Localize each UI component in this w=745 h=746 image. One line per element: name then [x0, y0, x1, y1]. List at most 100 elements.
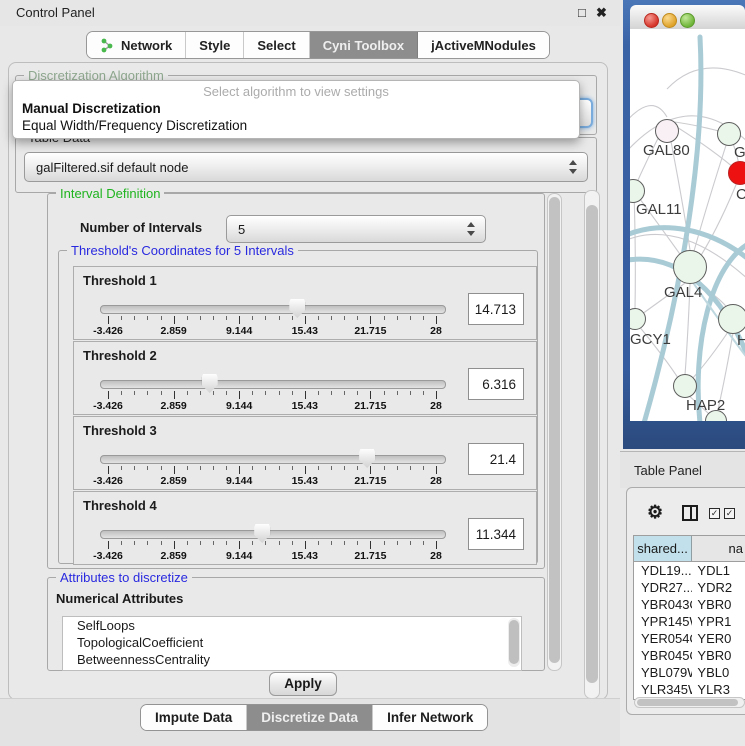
numerical-attributes-list[interactable]: SelfLoopsTopologicalCoefficientBetweenne… — [62, 616, 522, 671]
list-scrollbar[interactable] — [508, 618, 520, 667]
threshold-3-slider[interactable]: -3.4262.8599.14415.4321.71528 — [100, 451, 444, 487]
tick-label: 9.144 — [226, 325, 252, 337]
node-right-top[interactable] — [717, 122, 741, 146]
attribute-item[interactable]: TopologicalCoefficient — [63, 634, 521, 651]
cell-shared-name[interactable]: YBR043C — [634, 596, 692, 613]
node-table[interactable]: shared... na YDL19...YDL1YDR27...YDR2YBR… — [633, 535, 745, 700]
node-hap2[interactable] — [673, 374, 697, 398]
tab-label: Impute Data — [155, 710, 232, 725]
node-label: GAL4 — [664, 284, 702, 301]
node-gal80[interactable] — [655, 119, 679, 143]
tab-impute-data[interactable]: Impute Data — [141, 705, 247, 730]
threshold-value-field[interactable]: 6.316 — [468, 368, 524, 400]
table-row[interactable]: YBR043CYBR0 — [634, 596, 745, 613]
cell-shared-name[interactable]: YBL079W — [634, 664, 692, 681]
slider-track[interactable] — [100, 305, 446, 314]
columns-icon[interactable] — [682, 505, 698, 521]
cell-name[interactable]: YER0 — [692, 630, 745, 647]
cell-name[interactable]: YBL0 — [692, 664, 745, 681]
tab-label: Select — [257, 38, 295, 53]
cell-shared-name[interactable]: YER054C — [634, 630, 692, 647]
tick-label: -3.426 — [93, 325, 123, 337]
close-icon[interactable]: ✖ — [596, 5, 607, 21]
node-red-selected[interactable] — [728, 161, 745, 185]
tab-label: Network — [121, 38, 172, 53]
threshold-value-field[interactable]: 21.4 — [468, 443, 524, 475]
main-scrollbar[interactable] — [584, 190, 600, 699]
cell-name[interactable]: YPR1 — [692, 613, 745, 630]
cell-shared-name[interactable]: YDL19... — [634, 562, 692, 579]
tab-jactivemnodules[interactable]: jActiveMNodules — [418, 32, 549, 58]
tick-label: 2.859 — [160, 325, 186, 337]
cell-shared-name[interactable]: YPR145W — [634, 613, 692, 630]
control-panel-titlebar: Control Panel □ ✖ — [0, 0, 620, 26]
checkbox-icon[interactable]: ✓ — [724, 508, 735, 519]
minimize-traffic-light-icon[interactable] — [662, 13, 677, 28]
cell-name[interactable]: YDR2 — [692, 579, 745, 596]
slider-track[interactable] — [100, 380, 446, 389]
table-rows: YDL19...YDL1YDR27...YDR2YBR043CYBR0YPR14… — [634, 562, 745, 700]
slider-ticks — [108, 541, 436, 550]
cell-shared-name[interactable]: YDR27... — [634, 579, 692, 596]
table-data-group: Table Data galFiltered.sif default node — [15, 137, 597, 193]
zoom-traffic-light-icon[interactable] — [680, 13, 695, 28]
threshold-1-panel: Threshold 1 -3.4262.8599.14415.4321.7152… — [73, 266, 537, 340]
cell-name[interactable]: YBR0 — [692, 647, 745, 664]
cell-shared-name[interactable]: YBR045C — [634, 647, 692, 664]
table-row[interactable]: YLR345WYLR3 — [634, 681, 745, 698]
tab-style[interactable]: Style — [186, 32, 244, 58]
table-row[interactable]: YBR045CYBR0 — [634, 647, 745, 664]
column-header-shared-name[interactable]: shared... — [634, 536, 692, 561]
popup-option-equal-width-frequency[interactable]: Equal Width/Frequency Discretization — [16, 118, 576, 135]
node-gal4[interactable] — [673, 250, 707, 284]
apply-button[interactable]: Apply — [269, 672, 337, 696]
threshold-value-field[interactable]: 14.713 — [468, 293, 524, 325]
slider-tick-labels: -3.4262.8599.14415.4321.71528 — [108, 475, 436, 487]
popup-option-manual-discretization[interactable]: Manual Discretization — [16, 101, 576, 118]
float-window-icon[interactable]: □ — [578, 5, 586, 20]
scrollbar-thumb[interactable] — [549, 197, 560, 663]
close-traffic-light-icon[interactable] — [644, 13, 659, 28]
tab-select[interactable]: Select — [244, 32, 309, 58]
settings-scrollbar[interactable] — [547, 193, 562, 671]
threshold-1-slider[interactable]: -3.4262.8599.14415.4321.71528 — [100, 301, 444, 337]
cell-name[interactable]: YLR3 — [692, 681, 745, 698]
cell-shared-name[interactable]: YLR345W — [634, 681, 692, 698]
scrollbar-thumb[interactable] — [509, 620, 519, 664]
threshold-4-slider[interactable]: -3.4262.8599.14415.4321.71528 — [100, 526, 444, 562]
table-header-row: shared... na — [634, 536, 745, 562]
slider-ticks — [108, 466, 436, 475]
table-row[interactable]: YDL19...YDL1 — [634, 562, 745, 579]
tab-cyni-toolbox[interactable]: Cyni Toolbox — [310, 32, 418, 58]
tab-label: Cyni Toolbox — [323, 38, 404, 53]
tab-network[interactable]: Network — [87, 32, 186, 58]
threshold-label: Threshold 1 — [83, 273, 157, 288]
tab-discretize-data[interactable]: Discretize Data — [247, 705, 373, 730]
checkbox-icon[interactable]: ✓ — [709, 508, 720, 519]
table-row[interactable]: YPR145WYPR1 — [634, 613, 745, 630]
scrollbar-thumb[interactable] — [637, 699, 738, 706]
table-data-combobox[interactable]: galFiltered.sif default node — [24, 152, 588, 182]
table-row[interactable]: YBL079WYBL0 — [634, 664, 745, 681]
gear-icon[interactable]: ⚙ — [647, 503, 663, 521]
tick-label: 15.43 — [292, 475, 318, 487]
numerical-attributes-label: Numerical Attributes — [56, 591, 183, 606]
slider-track[interactable] — [100, 530, 446, 539]
scrollbar-thumb[interactable] — [586, 205, 598, 683]
number-of-intervals-combobox[interactable]: 5 — [226, 215, 486, 243]
table-horizontal-scrollbar[interactable] — [634, 697, 745, 708]
slider-track[interactable] — [100, 455, 446, 464]
table-row[interactable]: YDR27...YDR2 — [634, 579, 745, 596]
network-canvas[interactable]: GAL80 GA C GAL11 GAL4 GCY1 H HAP2 — [630, 29, 745, 421]
network-window-titlebar[interactable] — [630, 5, 745, 29]
node-right-low[interactable] — [718, 304, 745, 334]
threshold-2-slider[interactable]: -3.4262.8599.14415.4321.71528 — [100, 376, 444, 412]
cell-name[interactable]: YBR0 — [692, 596, 745, 613]
tab-infer-network[interactable]: Infer Network — [373, 705, 487, 730]
cell-name[interactable]: YDL1 — [692, 562, 745, 579]
table-row[interactable]: YER054CYER0 — [634, 630, 745, 647]
column-header-name[interactable]: na — [692, 536, 745, 561]
attribute-item[interactable]: SelfLoops — [63, 617, 521, 634]
attribute-item[interactable]: BetweennessCentrality — [63, 651, 521, 668]
threshold-value-field[interactable]: 11.344 — [468, 518, 524, 550]
